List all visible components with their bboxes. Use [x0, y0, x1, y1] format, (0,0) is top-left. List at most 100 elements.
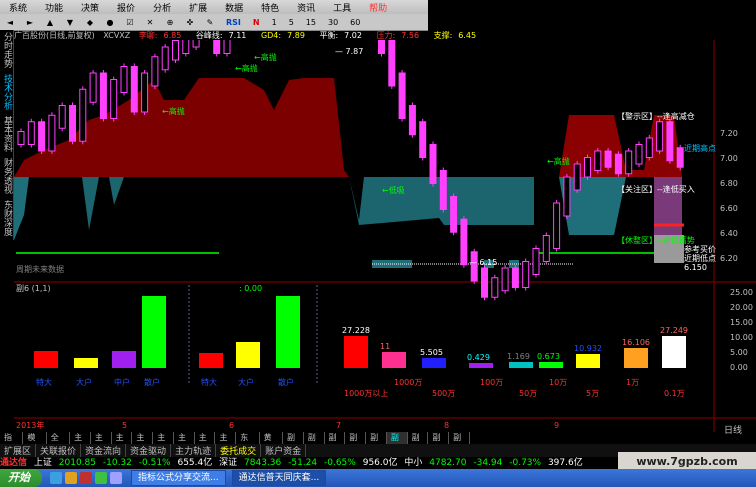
toolbar-button-2[interactable]: ▲	[41, 15, 59, 30]
period-button-15[interactable]: 15	[301, 15, 321, 30]
sub-bucket-label: 5万	[586, 389, 599, 398]
candle	[120, 66, 128, 93]
rest-label: 【休整区】--逢低蓄势	[617, 235, 695, 245]
sidebar-tab-2[interactable]: 基本资料	[1, 116, 12, 152]
sidebar-tab-0[interactable]: 分时走势	[1, 32, 12, 68]
tab-8[interactable]: 主6	[174, 432, 195, 454]
marker-4: ←高抛	[547, 156, 570, 166]
toolbar-button-5[interactable]: ●	[101, 15, 119, 30]
function-tab-5[interactable]: 委托成交	[216, 444, 262, 457]
tab-5[interactable]: 主3	[112, 432, 133, 454]
menu-item-5[interactable]: 扩展	[180, 1, 216, 14]
toolbar-button-10[interactable]: ✎	[201, 15, 219, 30]
menu-item-4[interactable]: 分析	[144, 1, 180, 14]
task-2[interactable]: 通达信普天同庆套...	[231, 470, 327, 486]
tab-4[interactable]: 主2	[91, 432, 112, 454]
tab-15[interactable]: 副3	[325, 432, 346, 454]
toolbar-button-7[interactable]: ✕	[141, 15, 159, 30]
sidebar-tab-4[interactable]: 东财深度	[1, 200, 12, 236]
toolbar-button-4[interactable]: ◆	[81, 15, 99, 30]
toolbar-button-0[interactable]: ◄	[1, 15, 19, 30]
candle	[491, 277, 499, 298]
menu-item-6[interactable]: 数据	[216, 1, 252, 14]
tab-1[interactable]: 模板	[23, 432, 47, 454]
menu-item-1[interactable]: 功能	[36, 1, 72, 14]
tab-0[interactable]: 指标	[0, 432, 24, 454]
tab-2[interactable]: 全部	[47, 432, 71, 454]
sub-y-tick: 25.00	[730, 288, 753, 297]
sub-bucket-value: 11	[380, 342, 390, 351]
app-icon[interactable]	[80, 472, 92, 484]
function-tab-0[interactable]: 扩展区	[0, 444, 37, 457]
sub-bucket-label: 1万	[626, 378, 639, 387]
tab-7[interactable]: 主5	[153, 432, 174, 454]
folder-icon[interactable]	[65, 472, 77, 484]
task-1[interactable]: 指标公式分享交流...	[131, 470, 226, 486]
app3-icon[interactable]	[110, 472, 122, 484]
candle	[676, 147, 684, 168]
low-label: — 6.15	[469, 258, 497, 267]
period-button-5[interactable]: 5	[284, 15, 299, 30]
menu-item-3[interactable]: 报价	[108, 1, 144, 14]
toolbar-button-6[interactable]: ☑	[121, 15, 139, 30]
chart-area[interactable]: — 7.87 — 6.15 【警示区】--逢高减仓 【关注区】--逢低买入 【休…	[14, 40, 756, 432]
function-tab-6[interactable]: 账户资金	[261, 444, 307, 457]
period-button-30[interactable]: 30	[323, 15, 343, 30]
tab-10[interactable]: 主8	[215, 432, 237, 454]
candle	[27, 121, 35, 145]
timeline-month: 7	[336, 421, 341, 430]
toolbar-button-1[interactable]: ►	[21, 15, 39, 30]
field1: 李聊: 6.85	[138, 31, 182, 40]
toolbar-button-3[interactable]: ▼	[61, 15, 79, 30]
menu-item-9[interactable]: 工具	[324, 1, 360, 14]
field2: 谷峰线: 7.11	[195, 31, 247, 40]
candle	[656, 121, 664, 152]
candle	[542, 235, 550, 262]
function-tab-2[interactable]: 资金流向	[81, 444, 127, 457]
candle	[17, 131, 25, 145]
tab-12[interactable]: 黄量	[260, 432, 283, 454]
index2-name: 深证	[219, 458, 238, 468]
tab-11[interactable]: 东密	[236, 432, 260, 454]
index-ticker: 通达信 上证 2010.85 -10.32 -0.51% 655.4亿 深证 7…	[0, 457, 620, 469]
candle	[223, 40, 231, 54]
menu-item-10[interactable]: 帮助	[360, 1, 396, 14]
menu-item-8[interactable]: 资讯	[288, 1, 324, 14]
tab-6[interactable]: 主4	[132, 432, 154, 454]
tab-14[interactable]: 副2	[304, 432, 325, 454]
toolbar-button-8[interactable]: ⊕	[161, 15, 179, 30]
menu-item-7[interactable]: 特色	[252, 1, 288, 14]
function-tab-3[interactable]: 资金驱动	[126, 444, 172, 457]
period-button-1[interactable]: 1	[267, 15, 282, 30]
candle	[594, 150, 602, 171]
tab-3[interactable]: 主1	[70, 432, 91, 454]
period-label[interactable]: 日线	[724, 423, 742, 436]
function-tab-1[interactable]: 关联报价	[36, 444, 82, 457]
left-sidebar: 分时走势技术分析基本资料财务透视东财深度	[0, 30, 14, 240]
tab-18[interactable]: 副6	[386, 432, 408, 454]
tab-13[interactable]: 副1	[283, 432, 304, 454]
sub-bucket-bar	[509, 362, 533, 368]
start-button[interactable]: 开始	[0, 469, 42, 487]
period-button-60[interactable]: 60	[345, 15, 365, 30]
menu-item-0[interactable]: 系统	[0, 1, 36, 14]
tab-16[interactable]: 副4	[345, 432, 367, 454]
candle	[450, 196, 458, 233]
sidebar-tab-3[interactable]: 财务透视	[1, 158, 12, 194]
toolbar-button-9[interactable]: ✜	[181, 15, 199, 30]
sidebar-tab-1[interactable]: 技术分析	[1, 74, 12, 110]
function-tab-4[interactable]: 主力轨迹	[171, 444, 217, 457]
tab-17[interactable]: 副5	[366, 432, 387, 454]
ie-icon[interactable]	[50, 472, 62, 484]
sub-bucket-value: 0.673	[537, 352, 560, 361]
menu-item-2[interactable]: 决策	[72, 1, 108, 14]
app2-icon[interactable]	[95, 472, 107, 484]
tab-19[interactable]: 副7	[408, 432, 429, 454]
toolbar-num-label[interactable]: N	[248, 15, 265, 30]
sub-bucket-label: 1000万	[394, 378, 422, 387]
toolbar-rsi-label[interactable]: RSI	[221, 15, 246, 30]
tab-21[interactable]: 副9	[449, 432, 470, 454]
candle	[501, 267, 509, 292]
tab-9[interactable]: 主7	[195, 432, 216, 454]
tab-20[interactable]: 副8	[428, 432, 450, 454]
